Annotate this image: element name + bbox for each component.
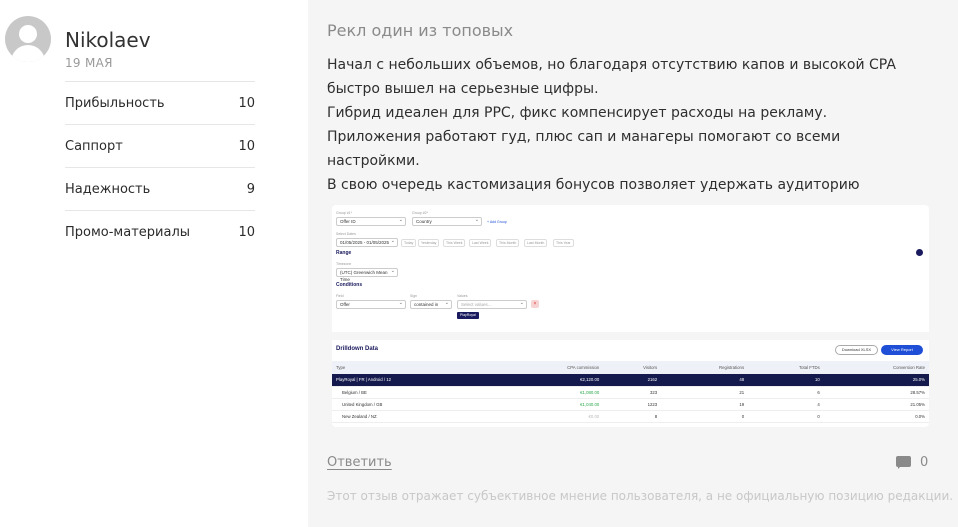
cell-ftds: 6 [748,386,824,399]
rating-label: Промо-материалы [65,224,191,240]
conditions-heading: Conditions [336,282,363,288]
date-chip: This Month [496,239,520,247]
value-tag: PlayRoyal [457,312,479,319]
field-select: Offer [336,300,406,309]
cell-visitors: 8 [603,410,662,423]
avatar [5,16,51,62]
cell-type: Belgium / BE [332,386,498,399]
cell-ftds: 0 [748,410,824,423]
cell-cpa: €1,080.00 [497,386,604,399]
column-header: Conversion Rate [823,361,929,374]
rating-row: Надежность 9 [65,167,255,210]
values-select: Select values... [457,300,527,309]
attached-screenshot[interactable]: Group #1* Offer ID Group #2* Country + A… [332,205,929,427]
disclaimer: Этот отзыв отражает субъективное мнение … [327,489,954,503]
group2-label: Group #2* [412,211,428,215]
cell-type: United Kingdom / GB [332,398,498,411]
cell-registrations: 0 [661,410,749,423]
section-divider [332,332,929,340]
date-chip: Last Month [524,239,548,247]
drilldown-title: Drilldown Data [336,346,379,352]
date-chip: Yesterday [418,239,440,247]
review-title: Рекл один из топовых [327,21,514,40]
reply-link[interactable]: Ответить [327,455,392,470]
cell-visitors: 2162 [603,374,662,387]
cell-ftds: 10 [748,374,824,387]
rating-label: Прибыльность [65,95,165,111]
timezone-select: (UTC) Greenwich Mean Time [336,268,398,282]
review-line: Гибрид идеален для PPC, фикс компенсируе… [327,105,828,121]
date-chip: This Year [553,239,574,247]
table-row: PlayRoyal | FR | Android / 12 €2,120.00 … [332,374,929,387]
cell-cpa: €2,120.00 [497,374,604,387]
timezone-label: Timezone [336,262,352,266]
cell-conversion: 28.57% [823,386,929,399]
column-header: Total FTDs [748,361,824,374]
date-chip: Today [401,239,417,247]
rating-label: Саппорт [65,138,123,154]
review-line: Приложения работают гуд, плюс сап и мана… [327,129,841,169]
rating-row: Прибыльность 10 [65,81,255,124]
cell-cpa: €0.00 [497,410,604,423]
range-heading: Range [336,250,352,256]
table-row: New Zealand / NZ €0.00 8 0 0 0.0% [332,410,929,423]
sign-select: contained in [410,300,452,309]
group1-label: Group #1* [336,211,352,215]
author-name: Nikolaev [65,28,151,52]
review-line: В свою очередь кастомизация бонусов позв… [327,177,860,193]
cell-conversion: 0.0% [823,410,929,423]
review-date: 19 МАЯ [65,56,113,70]
drilldown-table: Type CPA commission Visitors Registratio… [332,361,929,423]
column-header: Type [332,361,498,374]
sign-label: Sign [410,294,418,298]
rating-value: 10 [238,224,255,240]
rating-value: 9 [246,181,255,197]
rating-value: 10 [238,138,255,154]
download-xlsx-button: Download XLSX [835,345,878,355]
cell-type: New Zealand / NZ [332,410,498,423]
rating-row: Саппорт 10 [65,124,255,167]
review-panel: Рекл один из топовых Начал с небольших о… [308,0,958,527]
dates-label: Select Dates [336,232,356,236]
comment-count: 0 [920,455,929,470]
expand-icon [916,249,923,256]
cell-registrations: 48 [661,374,749,387]
cell-visitors: 323 [603,386,662,399]
rating-row: Промо-материалы 10 [65,210,255,253]
review-text: Начал с небольших объемов, но благодаря … [327,53,937,197]
ratings-list: Прибыльность 10 Саппорт 10 Надежность 9 … [65,81,255,253]
cell-registrations: 21 [661,386,749,399]
date-chip: This Week [443,239,466,247]
table-row: United Kingdom / GB €1,040.00 1223 19 4 … [332,398,929,411]
view-report-button: View Report [881,345,923,355]
review-line: быстро вышел на серьезные цифры. [327,81,599,97]
cell-registrations: 19 [661,398,749,411]
cell-visitors: 1223 [603,398,662,411]
group2-select: Country [412,217,482,226]
rating-label: Надежность [65,181,151,197]
speech-bubble-icon [896,455,911,470]
dates-field: 01/05/2025 - 01/05/2025 [336,238,398,247]
cell-ftds: 4 [748,398,824,411]
delete-icon: × [531,300,539,308]
cell-type: PlayRoyal | FR | Android / 12 [332,374,498,387]
field-label: Field [336,294,344,298]
column-header: CPA commission [497,361,604,374]
add-group-link: + Add Group [487,220,507,224]
rating-value: 10 [238,95,255,111]
values-label: Values [457,294,468,298]
date-chip: Last Week [469,239,492,247]
column-header: Visitors [603,361,662,374]
cell-cpa: €1,040.00 [497,398,604,411]
author-panel: Nikolaev 19 МАЯ Прибыльность 10 Саппорт … [0,0,308,527]
comments-counter[interactable]: 0 [896,455,928,470]
table-header-row: Type CPA commission Visitors Registratio… [332,361,929,374]
table-row: Belgium / BE €1,080.00 323 21 6 28.57% [332,386,929,399]
column-header: Registrations [661,361,749,374]
cell-conversion: 25.0% [823,374,929,387]
cell-conversion: 21.05% [823,398,929,411]
group1-select: Offer ID [336,217,406,226]
review-line: Начал с небольших объемов, но благодаря … [327,57,896,73]
